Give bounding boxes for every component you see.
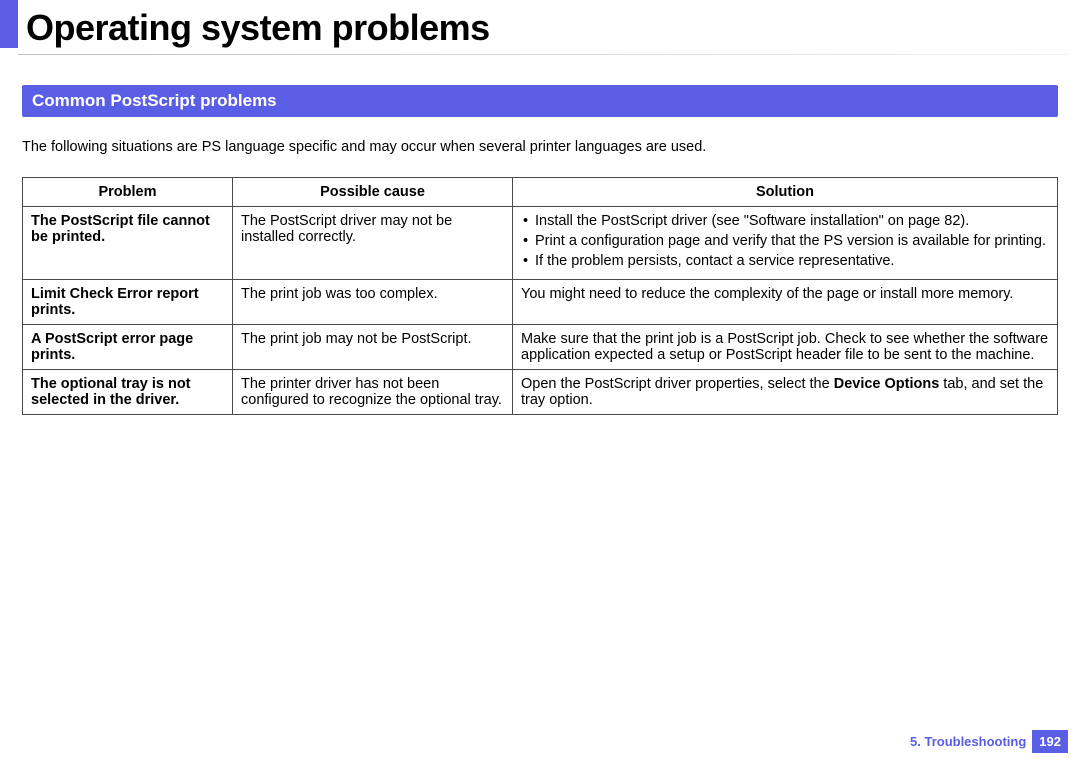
intro-text: The following situations are PS language… xyxy=(22,139,1058,155)
th-problem: Problem xyxy=(23,178,233,207)
table-row: A PostScript error page prints. The prin… xyxy=(23,325,1058,370)
table-header-row: Problem Possible cause Solution xyxy=(23,178,1058,207)
cell-solution: Open the PostScript driver properties, s… xyxy=(513,370,1058,415)
table-row: The PostScript file cannot be printed. T… xyxy=(23,207,1058,280)
table-row: Limit Check Error report prints. The pri… xyxy=(23,280,1058,325)
table-row: The optional tray is not selected in the… xyxy=(23,370,1058,415)
solution-item: Install the PostScript driver (see "Soft… xyxy=(521,213,1049,229)
cell-cause: The PostScript driver may not be install… xyxy=(233,207,513,280)
th-solution: Solution xyxy=(513,178,1058,207)
cell-solution: You might need to reduce the complexity … xyxy=(513,280,1058,325)
page-number-badge: 192 xyxy=(1032,730,1068,753)
title-accent-bar xyxy=(0,0,18,48)
solution-item: If the problem persists, contact a servi… xyxy=(521,253,1049,269)
cell-problem: A PostScript error page prints. xyxy=(23,325,233,370)
section-banner: Common PostScript problems xyxy=(22,85,1058,117)
cell-problem: Limit Check Error report prints. xyxy=(23,280,233,325)
cell-problem: The PostScript file cannot be printed. xyxy=(23,207,233,280)
page-footer: 5. Troubleshooting 192 xyxy=(910,730,1068,753)
cell-cause: The printer driver has not been configur… xyxy=(233,370,513,415)
cell-cause: The print job was too complex. xyxy=(233,280,513,325)
page-title: Operating system problems xyxy=(26,10,490,48)
footer-chapter: 5. Troubleshooting xyxy=(910,734,1026,749)
cell-solution: Make sure that the print job is a PostSc… xyxy=(513,325,1058,370)
problems-table: Problem Possible cause Solution The Post… xyxy=(22,177,1058,415)
cell-cause: The print job may not be PostScript. xyxy=(233,325,513,370)
solution-item: Print a configuration page and verify th… xyxy=(521,233,1049,249)
th-cause: Possible cause xyxy=(233,178,513,207)
cell-problem: The optional tray is not selected in the… xyxy=(23,370,233,415)
solution-before: Open the PostScript driver properties, s… xyxy=(521,376,834,392)
solution-bold: Device Options xyxy=(834,376,940,392)
cell-solution: Install the PostScript driver (see "Soft… xyxy=(513,207,1058,280)
